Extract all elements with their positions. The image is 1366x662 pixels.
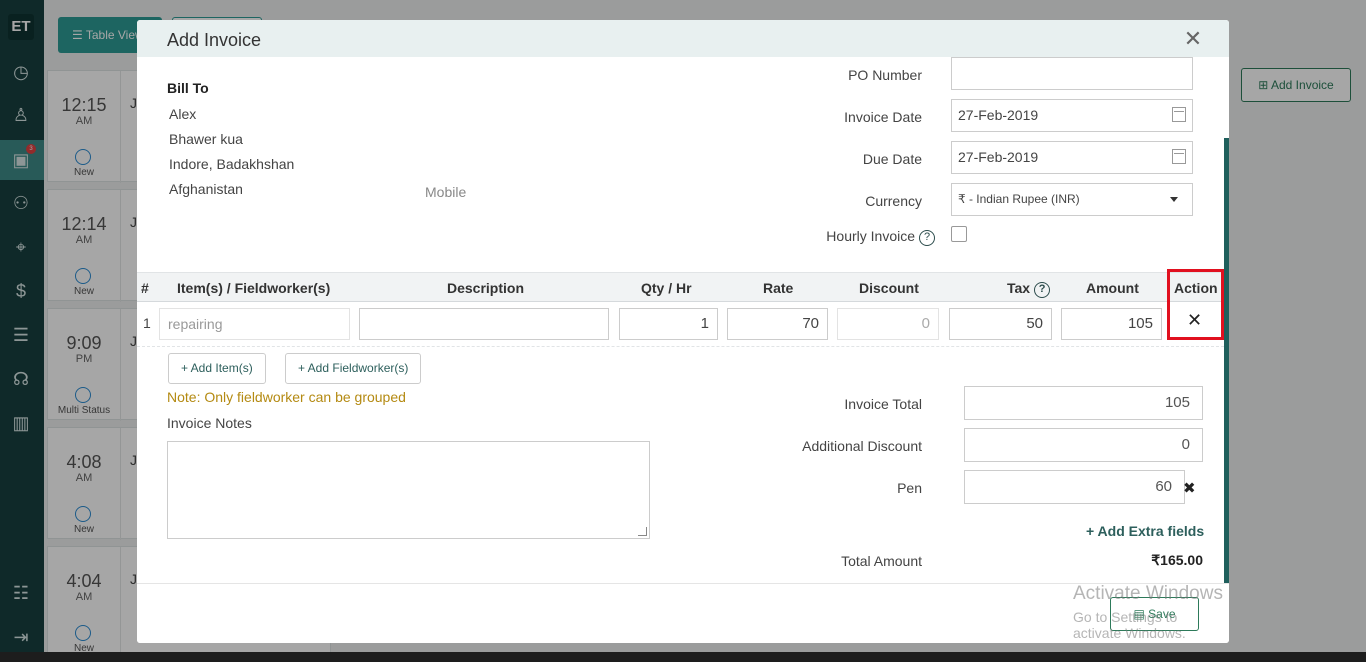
col-discount: Discount	[859, 280, 919, 296]
col-index: #	[141, 280, 149, 296]
col-qty: Qty / Hr	[641, 280, 692, 296]
modal-footer	[137, 583, 1229, 643]
col-amount: Amount	[1086, 280, 1139, 296]
rate-input[interactable]: 70	[727, 308, 828, 340]
invoice-notes-textarea[interactable]	[167, 441, 650, 539]
chevron-down-icon	[1170, 197, 1178, 202]
row-index: 1	[143, 315, 151, 331]
hourly-invoice-label: Hourly Invoice?	[757, 228, 935, 246]
due-date-label: Due Date	[862, 151, 922, 167]
total-amount-value: ₹165.00	[1151, 552, 1203, 568]
pen-label: Pen	[897, 480, 922, 496]
windows-watermark-sub: Go to Settings to activate Windows.	[1073, 609, 1186, 641]
help-icon[interactable]: ?	[1034, 282, 1051, 298]
qty-input[interactable]: 1	[619, 308, 718, 340]
taskbar-strip	[0, 652, 1366, 662]
modal-header: Add Invoice ✕	[137, 20, 1229, 57]
due-date-input[interactable]: 27-Feb-2019	[951, 141, 1193, 174]
highlight-box	[1167, 269, 1224, 340]
tax-input[interactable]: 50	[949, 308, 1052, 340]
col-description: Description	[447, 280, 525, 296]
add-invoice-modal: Add Invoice ✕ Bill To Alex Bhawer kua In…	[137, 20, 1229, 643]
help-icon[interactable]: ?	[919, 230, 935, 246]
bill-to-line: Alex	[169, 106, 197, 122]
invoice-total-field: 105	[964, 386, 1203, 420]
windows-watermark: Activate Windows	[1073, 583, 1223, 604]
bill-to-heading: Bill To	[167, 80, 209, 96]
currency-label: Currency	[865, 193, 922, 209]
mobile-label: Mobile	[425, 184, 467, 200]
invoice-date-label: Invoice Date	[844, 109, 922, 125]
group-note: Note: Only fieldworker can be grouped	[167, 389, 406, 405]
bill-to-line: Bhawer kua	[169, 131, 243, 147]
bill-to-line: Afghanistan	[169, 181, 243, 197]
total-amount-label: Total Amount	[841, 553, 922, 569]
remove-extra-field-icon[interactable]: ✖	[1183, 479, 1196, 497]
currency-select[interactable]: ₹ - Indian Rupee (INR)	[951, 183, 1193, 216]
discount-input[interactable]: 0	[837, 308, 939, 340]
bill-to-line: Indore, Badakhshan	[169, 156, 295, 172]
additional-discount-input[interactable]: 0	[964, 428, 1203, 462]
invoice-date-input[interactable]: 27-Feb-2019	[951, 99, 1193, 132]
description-input[interactable]	[359, 308, 609, 340]
invoice-total-label: Invoice Total	[844, 396, 922, 412]
items-table-header: # Item(s) / Fieldworker(s) Description Q…	[137, 272, 1224, 302]
calendar-icon[interactable]	[1172, 149, 1186, 164]
add-fieldworkers-button[interactable]: + Add Fieldworker(s)	[285, 353, 422, 384]
additional-discount-label: Additional Discount	[802, 438, 922, 454]
item-input[interactable]: repairing	[159, 308, 350, 340]
col-rate: Rate	[763, 280, 794, 296]
po-number-label: PO Number	[848, 67, 922, 83]
add-extra-fields-button[interactable]: + Add Extra fields	[1086, 523, 1204, 539]
col-item: Item(s) / Fieldworker(s)	[177, 280, 331, 296]
close-icon[interactable]: ✕	[1181, 26, 1205, 52]
col-tax: Tax?	[1007, 280, 1051, 298]
po-number-input[interactable]	[951, 57, 1193, 90]
hourly-invoice-checkbox[interactable]	[951, 226, 967, 242]
modal-title: Add Invoice	[167, 30, 262, 50]
pen-input[interactable]: 60	[964, 470, 1185, 504]
add-items-button[interactable]: + Add Item(s)	[168, 353, 266, 384]
invoice-notes-label: Invoice Notes	[167, 415, 252, 431]
amount-input[interactable]: 105	[1061, 308, 1162, 340]
calendar-icon[interactable]	[1172, 107, 1186, 122]
modal-scrollbar[interactable]	[1224, 138, 1229, 588]
